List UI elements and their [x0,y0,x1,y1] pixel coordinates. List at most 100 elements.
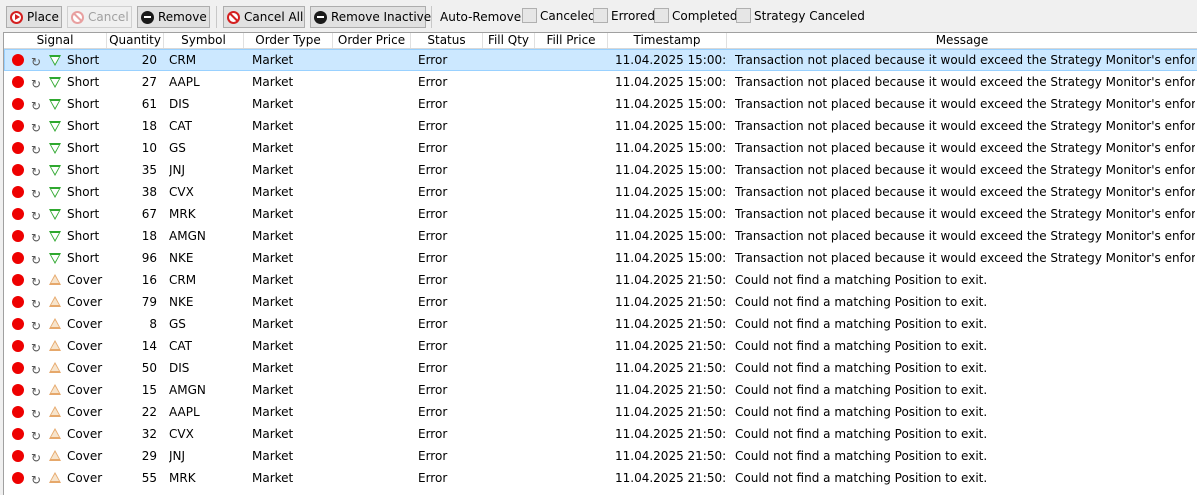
table-row[interactable]: ↻ Short 67 MRK Market Error 11.04.2025 15:00:0… [4,203,1197,225]
table-row[interactable]: ↻ Short 38 CVX Market Error 11.04.2025 15:00:0… [4,181,1197,203]
order-price-cell [334,93,410,115]
column-header-message[interactable]: Message [727,33,1197,48]
triangle-down-icon [49,55,61,66]
remove-inactive-button[interactable]: Remove Inactive [310,6,431,28]
table-row[interactable]: ↻ Short 10 GS Market Error 11.04.2025 15:00:03… [4,137,1197,159]
table-row[interactable]: ↻ Cover 32 CVX Market Error 11.04.2025 21:50:3… [4,423,1197,445]
status-cell: Error [418,75,448,89]
table-row[interactable]: ↻ Cover 55 MRK Market Error 11.04.2025 21:50:3… [4,467,1197,489]
signal-cell: Cover [67,405,103,419]
column-header-symbol[interactable]: Symbol [164,33,244,48]
fill-price-cell [536,401,606,423]
quantity-cell: 55 [141,471,157,485]
message-cell: Transaction not placed because it would … [735,163,1195,177]
orders-grid[interactable]: Signal Quantity Symbol Order Type Order … [3,32,1197,495]
checkbox-box[interactable] [593,8,608,23]
fill-qty-cell [484,291,534,313]
grid-header: Signal Quantity Symbol Order Type Order … [4,33,1197,49]
fill-qty-cell [484,247,534,269]
status-cell: Error [418,53,448,67]
message-cell: Transaction not placed because it would … [735,141,1195,155]
auto-remove-errored-checkbox[interactable]: Errored [593,8,655,23]
refresh-icon: ↻ [31,407,42,421]
table-row[interactable]: ↻ Cover 8 GS Market Error 11.04.2025 21:50:31 C… [4,313,1197,335]
signal-cell: Cover [67,449,103,463]
symbol-cell: GS [169,141,186,155]
table-row[interactable]: ↻ Cover 79 NKE Market Error 11.04.2025 21:50:3… [4,291,1197,313]
refresh-icon: ↻ [31,143,42,157]
message-cell: Could not find a matching Position to ex… [735,361,988,375]
column-header-order-price[interactable]: Order Price [333,33,411,48]
order-price-cell [334,203,410,225]
order-price-cell [334,49,410,71]
refresh-icon: ↻ [31,473,42,487]
table-row[interactable]: ↻ Cover 15 AMGN Market Error 11.04.2025 21:50:… [4,379,1197,401]
timestamp-cell: 11.04.2025 21:50:31 [615,295,727,309]
minus-icon [314,10,327,24]
cancel-button[interactable]: Cancel [67,6,132,28]
table-row[interactable]: ↻ Short 61 DIS Market Error 11.04.2025 15:00:0… [4,93,1197,115]
symbol-cell: CAT [169,119,192,133]
table-row[interactable]: ↻ Short 35 JNJ Market Error 11.04.2025 15:00:0… [4,159,1197,181]
column-header-quantity[interactable]: Quantity [107,33,164,48]
order-price-cell [334,423,410,445]
table-row[interactable]: ↻ Cover 50 DIS Market Error 11.04.2025 21:50:3… [4,357,1197,379]
order-type-cell: Market [252,427,294,441]
column-header-signal[interactable]: Signal [4,33,107,48]
table-row[interactable]: ↻ Short 18 CAT Market Error 11.04.2025 15:00:0… [4,115,1197,137]
fill-price-cell [536,423,606,445]
refresh-icon: ↻ [31,319,42,333]
symbol-cell: AMGN [169,229,206,243]
auto-remove-completed-checkbox[interactable]: Completed [654,8,737,23]
quantity-cell: 61 [141,97,157,111]
timestamp-cell: 11.04.2025 15:00:03 [615,141,727,155]
column-header-fill-price[interactable]: Fill Price [535,33,608,48]
table-row[interactable]: ↻ Cover 22 AAPL Market Error 11.04.2025 21:50:… [4,401,1197,423]
place-button[interactable]: Place [6,6,62,28]
checkbox-box[interactable] [654,8,669,23]
order-type-cell: Market [252,471,294,485]
table-row[interactable]: ↻ Cover 16 CRM Market Error 11.04.2025 21:50:3… [4,269,1197,291]
refresh-icon: ↻ [31,121,42,135]
fill-price-cell [536,71,606,93]
triangle-down-icon [49,209,61,220]
error-dot-icon [12,450,24,462]
order-type-cell: Market [252,383,294,397]
error-dot-icon [12,362,24,374]
column-header-status[interactable]: Status [411,33,483,48]
signal-cell: Cover [67,471,103,485]
timestamp-cell: 11.04.2025 21:50:31 [615,361,727,375]
message-cell: Could not find a matching Position to ex… [735,317,988,331]
table-row[interactable]: ↻ Short 18 AMGN Market Error 11.04.2025 15:00:… [4,225,1197,247]
table-row[interactable]: ↻ Short 20 CRM Market Error 11.04.2025 15:00:0… [4,49,1197,71]
triangle-down-icon [49,99,61,110]
table-row[interactable]: ↻ Cover 14 CAT Market Error 11.04.2025 21:50:3… [4,335,1197,357]
table-row[interactable]: ↻ Cover 29 JNJ Market Error 11.04.2025 21:50:3… [4,445,1197,467]
message-cell: Transaction not placed because it would … [735,251,1195,265]
fill-price-cell [536,467,606,489]
triangle-down-icon [49,121,61,132]
checkbox-label: Canceled [540,8,596,23]
auto-remove-strategy-canceled-checkbox[interactable]: Strategy Canceled [736,8,865,23]
column-header-timestamp[interactable]: Timestamp [608,33,727,48]
status-cell: Error [418,317,448,331]
order-type-cell: Market [252,141,294,155]
minus-icon [141,10,154,24]
triangle-down-icon [49,143,61,154]
table-row[interactable]: ↻ Short 96 NKE Market Error 11.04.2025 15:00:0… [4,247,1197,269]
auto-remove-canceled-checkbox[interactable]: Canceled [522,8,596,23]
status-cell: Error [418,273,448,287]
column-header-order-type[interactable]: Order Type [244,33,333,48]
status-cell: Error [418,405,448,419]
status-cell: Error [418,471,448,485]
table-row[interactable]: ↻ Short 27 AAPL Market Error 11.04.2025 15:00:… [4,71,1197,93]
symbol-cell: MRK [169,471,196,485]
order-price-cell [334,379,410,401]
remove-button[interactable]: Remove [137,6,210,28]
cancel-all-button[interactable]: Cancel All [223,6,305,28]
triangle-down-icon [49,231,61,242]
fill-qty-cell [484,181,534,203]
column-header-fill-qty[interactable]: Fill Qty [483,33,535,48]
checkbox-box[interactable] [522,8,537,23]
checkbox-box[interactable] [736,8,751,23]
